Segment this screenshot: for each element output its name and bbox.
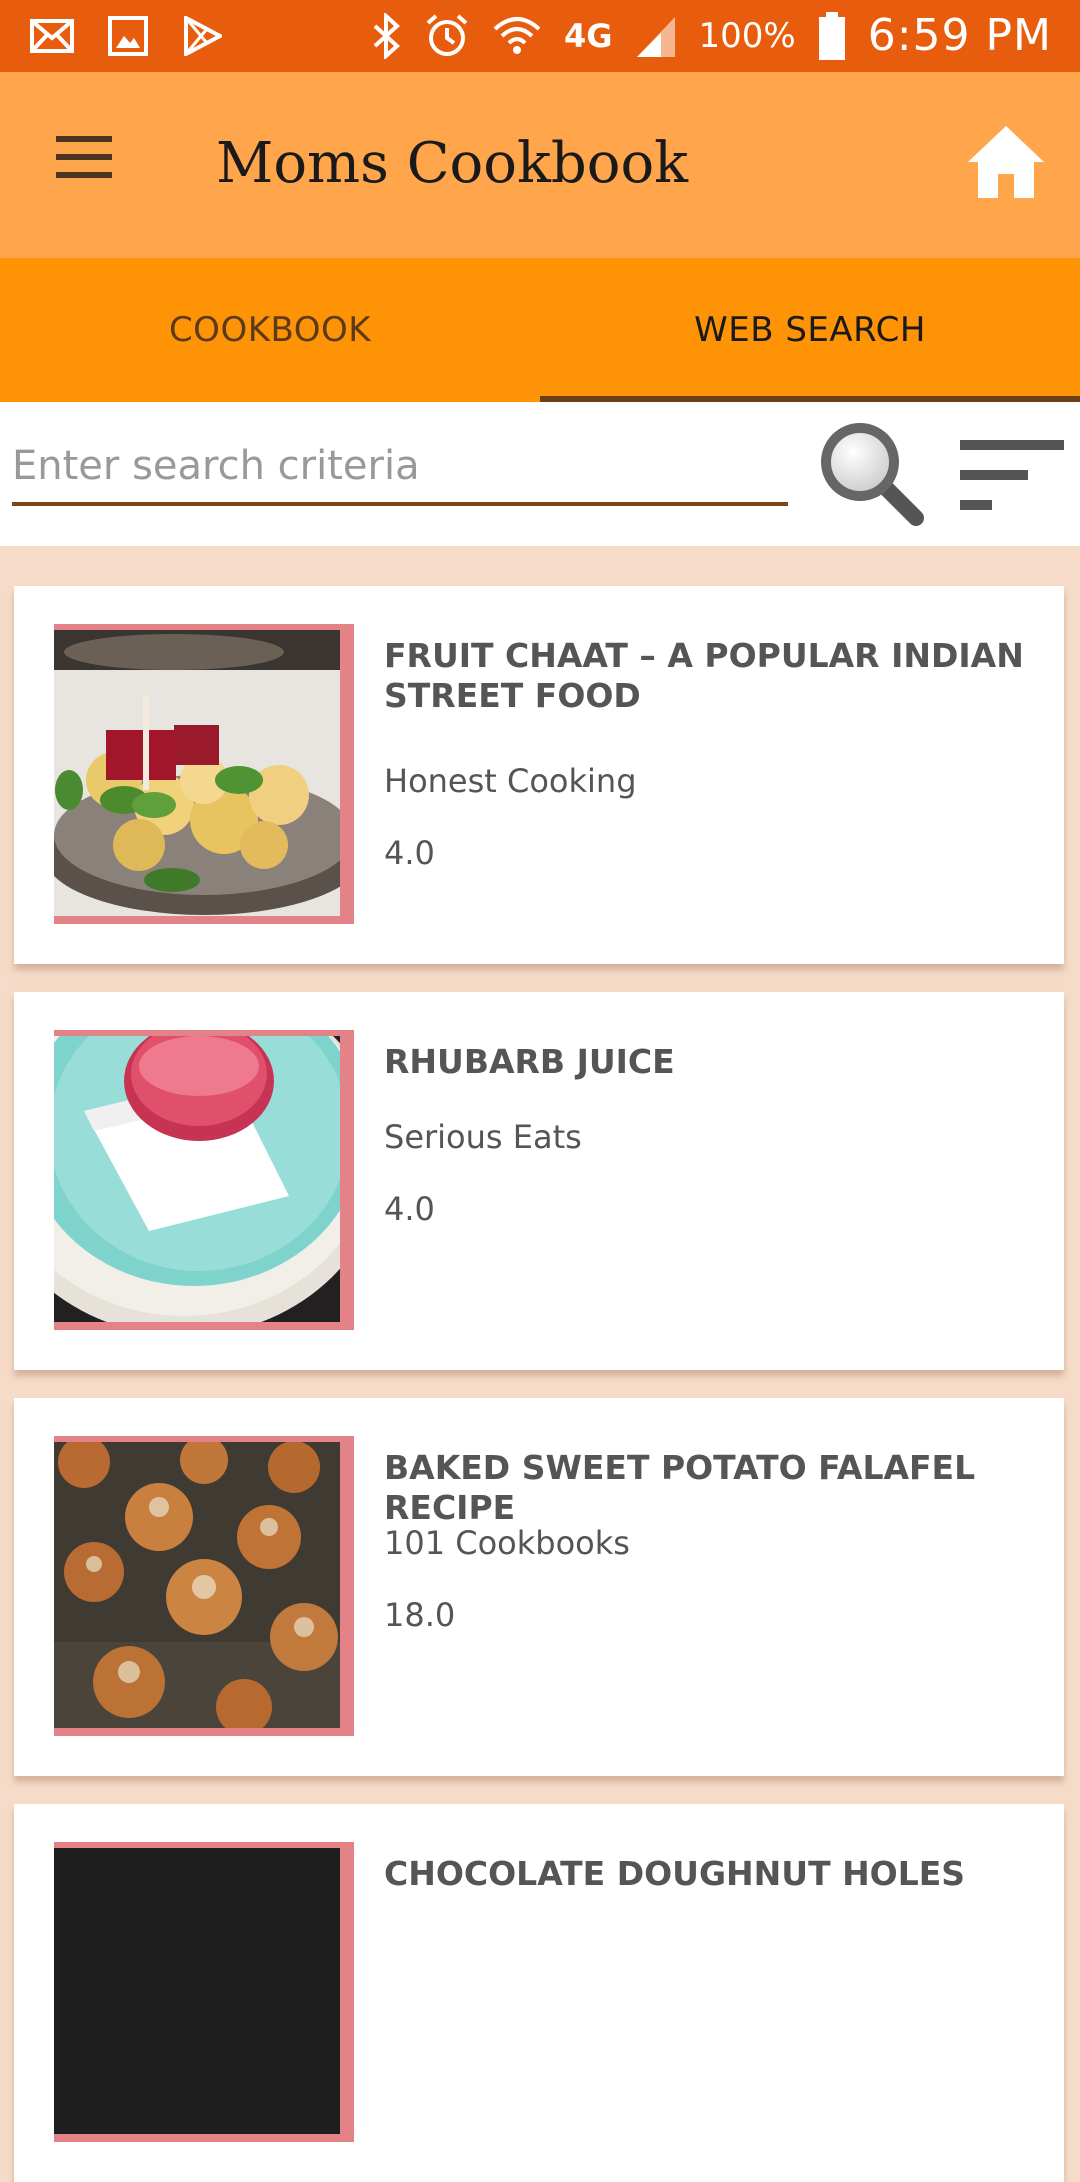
recipe-thumbnail-frame [54,624,354,924]
recipe-rating: 18.0 [384,1596,456,1634]
play-store-icon [184,16,222,56]
battery-percent: 100% [698,16,796,56]
search-bar [0,402,1080,546]
status-system: 4G 100% 6:59 PM [372,10,1052,62]
recipe-thumbnail-sweet-potato-falafel [54,1442,340,1728]
recipe-source: Honest Cooking [384,762,637,800]
recipe-thumbnail-frame [54,1436,354,1736]
recipe-card[interactable]: FRUIT CHAAT – A POPULAR INDIAN STREET FO… [14,586,1064,964]
status-bar: 4G 100% 6:59 PM [0,0,1080,72]
recipe-card[interactable]: RHUBARB JUICE Serious Eats 4.0 [14,992,1064,1370]
tab-web-search-label: WEB SEARCH [694,310,926,350]
search-icon[interactable] [818,420,926,528]
menu-icon[interactable] [56,136,112,178]
app-bar: Moms Cookbook [0,72,1080,258]
recipe-thumbnail-frame [54,1842,354,2142]
tab-bar: COOKBOOK WEB SEARCH [0,258,1080,402]
app-title: Moms Cookbook [216,131,689,196]
home-icon[interactable] [966,124,1046,200]
image-icon [108,16,148,56]
recipe-thumbnail-chocolate-doughnut-holes [54,1848,340,2134]
recipe-rating: 4.0 [384,1190,435,1228]
tab-web-search[interactable]: WEB SEARCH [540,258,1080,402]
tab-cookbook[interactable]: COOKBOOK [0,258,540,402]
signal-icon [636,17,675,57]
wifi-icon [493,17,541,54]
clock: 6:59 PM [867,10,1052,61]
status-notifications [30,16,222,56]
sort-filter-icon[interactable] [960,436,1064,516]
recipe-card[interactable]: BAKED SWEET POTATO FALAFEL RECIPE 101 Co… [14,1398,1064,1776]
recipe-title: FRUIT CHAAT – A POPULAR INDIAN STREET FO… [384,636,1024,715]
recipe-thumbnail-rhubarb-juice [54,1036,340,1322]
recipe-source: Serious Eats [384,1118,582,1156]
search-input[interactable] [12,430,788,506]
network-type-label: 4G [563,17,613,55]
recipe-source: 101 Cookbooks [384,1524,630,1562]
recipe-rating: 4.0 [384,834,435,872]
bluetooth-icon [373,13,400,59]
recipe-title: RHUBARB JUICE [384,1042,675,1081]
battery-icon [818,12,845,60]
recipe-thumbnail-frame [54,1030,354,1330]
recipe-thumbnail-fruit-chaat [54,630,340,916]
recipe-title: BAKED SWEET POTATO FALAFEL RECIPE [384,1448,976,1527]
recipe-card[interactable]: CHOCOLATE DOUGHNUT HOLES [14,1804,1064,2182]
alarm-icon [426,14,468,56]
tab-cookbook-label: COOKBOOK [168,310,372,350]
recipe-title: CHOCOLATE DOUGHNUT HOLES [384,1854,966,1893]
mail-icon [30,19,74,53]
